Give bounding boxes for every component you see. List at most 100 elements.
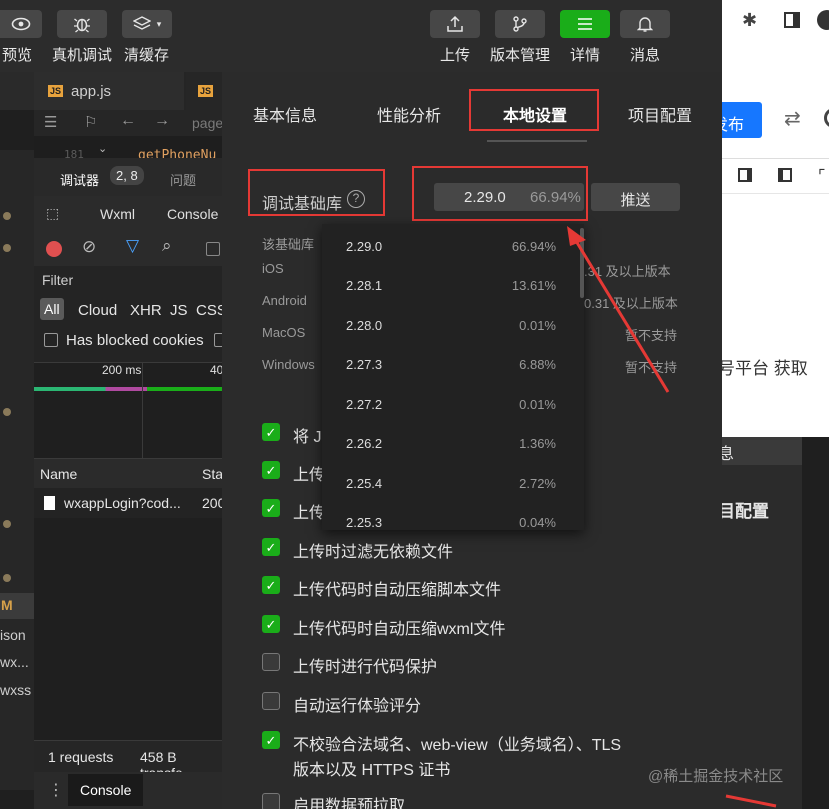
tab-project-config[interactable]: 项目配置 <box>628 102 692 126</box>
dot-marker <box>3 244 11 252</box>
browser-divider <box>722 193 829 194</box>
platform-macos-support: 暂不支持 <box>625 328 678 343</box>
devtools-tabs: 调试器 2, 8 问题 <box>34 158 222 196</box>
column-status[interactable]: Sta <box>202 466 223 482</box>
dropdown-option[interactable]: 2.25.3 0.04% <box>322 503 584 530</box>
panel-icon[interactable] <box>778 168 792 182</box>
explorer-item-wxss[interactable]: wxss <box>0 682 31 698</box>
debug-button[interactable] <box>57 10 107 38</box>
blocked-cookies-label: Has blocked cookies <box>66 332 204 349</box>
tab-app-js[interactable]: JS app.js <box>34 72 184 110</box>
filter-js[interactable]: JS <box>170 302 188 319</box>
browser-area: ✱ 发布 ⇄ ⌜ 号平台 获取 <box>722 0 829 437</box>
tab-issues[interactable]: 问题 <box>170 170 196 189</box>
request-name: wxappLogin?cod... <box>64 495 181 511</box>
dropdown-option[interactable]: 2.27.3 6.88% <box>322 345 584 384</box>
option-checkbox-3[interactable]: ✓ <box>262 538 280 556</box>
lib-info-label: 该基础库 <box>262 237 315 252</box>
filter-xhr[interactable]: XHR <box>130 302 162 319</box>
preserve-checkbox[interactable] <box>206 242 220 256</box>
option-label-8-line2: 版本以及 HTTPS 证书 <box>293 762 451 779</box>
explorer-item-wx[interactable]: wx... <box>0 654 29 670</box>
option-checkbox-6[interactable] <box>262 653 280 671</box>
publish-button[interactable]: 发布 <box>722 102 762 138</box>
device-icon[interactable] <box>738 168 752 182</box>
table-row[interactable]: wxappLogin?cod... 200 <box>34 488 225 518</box>
dropdown-option[interactable]: 2.29.0 66.94% <box>322 227 584 266</box>
bookmark-icon[interactable]: ⚐ <box>84 113 97 131</box>
option-checkbox-4[interactable]: ✓ <box>262 576 280 594</box>
avatar[interactable] <box>817 10 829 30</box>
option-label-1: 上传 <box>293 467 326 484</box>
preview-button[interactable] <box>0 10 42 38</box>
dropdown-option[interactable]: 2.25.4 2.72% <box>322 464 584 503</box>
version-button[interactable] <box>495 10 545 38</box>
eye-icon <box>11 17 31 31</box>
fullscreen-icon[interactable]: ⌜ <box>818 166 826 186</box>
highlight-lib-label <box>248 169 385 216</box>
tab-basic-info[interactable]: 基本信息 <box>253 102 317 126</box>
more-icon[interactable]: ⋮ <box>48 780 64 800</box>
option-checkbox-1[interactable]: ✓ <box>262 461 280 479</box>
clear-icon[interactable]: ⊘ <box>82 237 96 257</box>
column-name[interactable]: Name <box>40 466 77 482</box>
option-checkbox-9[interactable] <box>262 793 280 809</box>
tab-console[interactable]: Console <box>167 206 218 222</box>
upload-button[interactable] <box>430 10 480 38</box>
request-table-header: Name Sta <box>34 458 223 488</box>
filter-all-chip[interactable]: All <box>40 298 64 320</box>
clear-cache-button[interactable]: ▾ <box>122 10 172 38</box>
forward-icon[interactable]: → <box>154 112 170 130</box>
back-icon[interactable]: ← <box>120 112 136 130</box>
platform-ios-support: .31 及以上版本 <box>584 264 671 279</box>
version-label: 版本管理 <box>490 47 551 64</box>
dropdown-scrollbar[interactable] <box>580 228 584 298</box>
dropdown-option[interactable]: 2.27.2 0.01% <box>322 385 584 424</box>
blocked-cookies-checkbox[interactable] <box>44 333 58 347</box>
option-checkbox-5[interactable]: ✓ <box>262 615 280 633</box>
option-label-9: 启用数据预拉取 <box>293 798 406 809</box>
list-icon[interactable]: ☰ <box>44 113 57 131</box>
messages-button[interactable] <box>620 10 670 38</box>
push-button[interactable]: 推送 <box>591 183 680 211</box>
sidebar-icon[interactable] <box>784 12 800 28</box>
console-drawer-tab[interactable]: Console <box>68 774 144 806</box>
details-button[interactable] <box>560 10 610 38</box>
branch-icon <box>513 16 527 32</box>
explorer-item-m[interactable]: M <box>0 593 34 619</box>
search-icon[interactable]: ⌕ <box>162 236 172 256</box>
filter-icon[interactable]: ▽ <box>126 236 139 256</box>
network-summary: 1 requests 458 B transfe <box>34 740 222 781</box>
version-dropdown: 2.29.0 66.94% 2.28.1 13.61% 2.28.0 0.01% 2.… <box>322 224 584 530</box>
js-file-icon: JS <box>48 85 64 97</box>
chevron-down-icon[interactable]: ⌄ <box>98 142 107 155</box>
details-label: 详情 <box>570 47 601 64</box>
option-checkbox-2[interactable]: ✓ <box>262 499 280 517</box>
tab-second-js[interactable]: JS <box>186 72 222 110</box>
dropdown-option[interactable]: 2.28.1 13.61% <box>322 266 584 305</box>
inspect-icon[interactable]: ⬚ <box>46 205 59 222</box>
filter-cloud[interactable]: Cloud <box>78 302 117 319</box>
code-line: 181 ⌄ getPhoneNu <box>34 136 222 163</box>
option-label-4: 上传代码时自动压缩脚本文件 <box>293 582 502 599</box>
timeline-divider <box>142 363 143 459</box>
tab-debugger[interactable]: 调试器 <box>60 170 99 189</box>
watermark: @稀土掘金技术社区 <box>648 768 784 785</box>
tab-performance[interactable]: 性能分析 <box>377 102 441 126</box>
right-dark-config[interactable]: 目配置 <box>718 497 769 522</box>
requests-count: 1 requests <box>48 749 114 765</box>
dropdown-option[interactable]: 2.26.2 1.36% <box>322 424 584 463</box>
option-checkbox-0[interactable]: ✓ <box>262 423 280 441</box>
option-checkbox-8[interactable]: ✓ <box>262 731 280 749</box>
explorer-item-json[interactable]: ison <box>0 627 26 643</box>
document-icon <box>44 496 55 510</box>
dropdown-option[interactable]: 2.28.0 0.01% <box>322 306 584 345</box>
swap-icon[interactable]: ⇄ <box>784 106 801 131</box>
tab-wxml[interactable]: Wxml <box>100 206 135 222</box>
avatar[interactable] <box>824 108 829 128</box>
platform-ios: iOS <box>262 261 284 276</box>
option-checkbox-7[interactable] <box>262 692 280 710</box>
puzzle-icon[interactable]: ✱ <box>742 10 757 31</box>
record-icon[interactable] <box>46 241 62 257</box>
dot-marker <box>3 520 11 528</box>
